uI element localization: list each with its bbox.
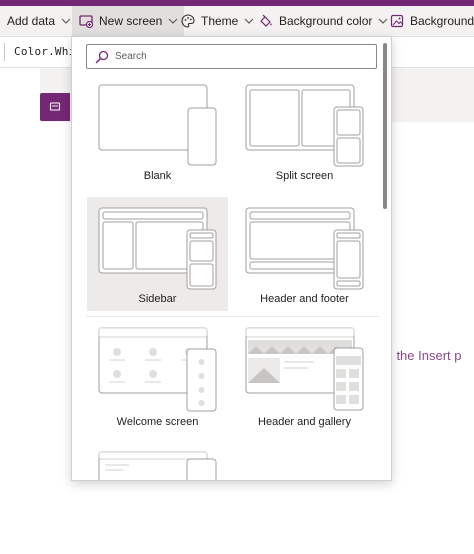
- template-header-and-gallery[interactable]: Header and gallery: [234, 320, 375, 434]
- formula-divider: [4, 43, 5, 61]
- blank-preview: [98, 84, 217, 166]
- partial-template-preview: [98, 451, 217, 480]
- split-screen-preview: [245, 84, 364, 167]
- add-data-label: Add data: [7, 14, 56, 28]
- screen-icon: [49, 102, 61, 111]
- header-footer-preview: [245, 207, 364, 290]
- screen-tab-button[interactable]: [40, 93, 70, 121]
- template-label: Sidebar: [138, 293, 177, 305]
- welcome-screen-preview: [98, 327, 217, 412]
- paint-bucket-icon: [258, 13, 274, 29]
- chevron-down-icon: [168, 16, 178, 26]
- template-label: Header and footer: [260, 293, 349, 305]
- header-gallery-preview: [245, 327, 364, 411]
- new-screen-button[interactable]: New screen: [72, 6, 185, 36]
- new-screen-menu: Blank Split screen Sidebar: [71, 36, 392, 481]
- background-color-label: Background color: [279, 14, 373, 28]
- template-search-box[interactable]: [86, 44, 377, 69]
- template-label: Welcome screen: [116, 416, 199, 428]
- template-label: Split screen: [275, 170, 334, 182]
- template-label: Header and gallery: [258, 416, 351, 428]
- palette-icon: [180, 13, 196, 29]
- template-label: Blank: [143, 170, 172, 182]
- theme-button[interactable]: Theme: [180, 6, 254, 36]
- template-welcome-screen[interactable]: Welcome screen: [87, 320, 228, 434]
- sidebar-preview: [98, 207, 217, 290]
- chevron-down-icon: [378, 16, 388, 26]
- template-partial[interactable]: [87, 443, 228, 480]
- new-screen-icon: [78, 13, 94, 29]
- image-icon: [389, 13, 405, 29]
- background-image-button[interactable]: Background in: [389, 6, 474, 36]
- search-input[interactable]: [115, 51, 365, 62]
- template-split-screen[interactable]: Split screen: [234, 76, 375, 190]
- theme-label: Theme: [201, 14, 239, 28]
- chevron-down-icon: [244, 16, 254, 26]
- command-bar: Add data New screen Theme Background col…: [0, 6, 474, 37]
- canvas-hint-text: m the Insert p: [382, 348, 462, 363]
- template-blank[interactable]: Blank: [87, 76, 228, 190]
- new-screen-label: New screen: [99, 14, 163, 28]
- template-header-and-footer[interactable]: Header and footer: [234, 197, 375, 311]
- background-image-label: Background in: [410, 14, 474, 28]
- search-icon: [95, 50, 109, 64]
- chevron-down-icon: [61, 16, 71, 26]
- left-rail: [0, 68, 40, 554]
- section-divider: [86, 316, 379, 317]
- add-data-button[interactable]: Add data: [7, 6, 71, 36]
- menu-scrollbar[interactable]: [383, 43, 387, 209]
- template-sidebar[interactable]: Sidebar: [87, 197, 228, 311]
- background-color-button[interactable]: Background color: [258, 6, 388, 36]
